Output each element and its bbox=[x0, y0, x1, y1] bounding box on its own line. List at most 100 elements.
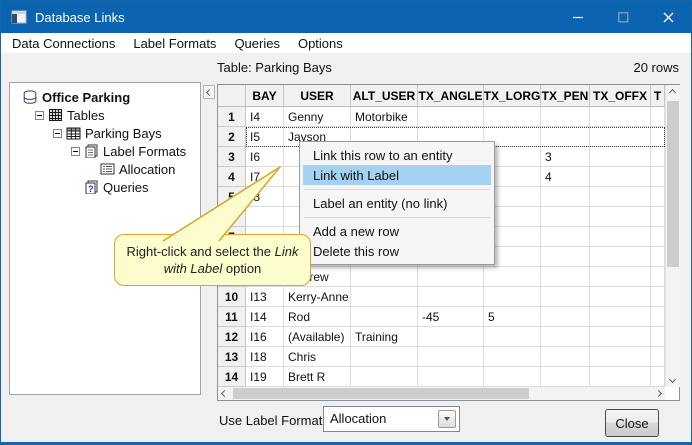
table-cell[interactable]: I5 bbox=[246, 127, 284, 147]
table-cell[interactable] bbox=[541, 267, 590, 287]
table-cell[interactable] bbox=[590, 287, 651, 307]
menubar-item-label-formats[interactable]: Label Formats bbox=[124, 33, 225, 53]
table-cell[interactable] bbox=[651, 327, 665, 347]
collapse-tree-button[interactable] bbox=[203, 85, 215, 99]
table-cell[interactable]: 4 bbox=[541, 167, 590, 187]
column-header-tx_lorg[interactable]: TX_LORG bbox=[484, 85, 541, 107]
table-cell[interactable]: -45 bbox=[418, 307, 484, 327]
table-row[interactable]: 11I14Rod-455 bbox=[218, 307, 665, 327]
table-cell[interactable] bbox=[541, 367, 590, 387]
column-header-alt_user[interactable]: ALT_USER bbox=[351, 85, 418, 107]
table-row[interactable]: 13I18Chris bbox=[218, 347, 665, 367]
table-cell[interactable] bbox=[418, 327, 484, 347]
table-cell[interactable]: I18 bbox=[246, 347, 284, 367]
table-cell[interactable] bbox=[590, 127, 651, 147]
row-number[interactable]: 13 bbox=[218, 347, 246, 367]
horizontal-scroll-thumb[interactable] bbox=[233, 388, 529, 399]
tree-item-office-parking[interactable]: Office Parking bbox=[10, 88, 200, 106]
row-number[interactable]: 10 bbox=[218, 287, 246, 307]
table-cell[interactable]: Chris bbox=[284, 347, 351, 367]
row-number[interactable]: 14 bbox=[218, 367, 246, 387]
table-cell[interactable] bbox=[484, 287, 541, 307]
column-header-tx_angle[interactable]: TX_ANGLE bbox=[418, 85, 484, 107]
table-cell[interactable] bbox=[541, 327, 590, 347]
column-header-tx_offx[interactable]: TX_OFFX bbox=[590, 85, 651, 107]
row-number[interactable]: 11 bbox=[218, 307, 246, 327]
scroll-right-arrow-icon[interactable] bbox=[652, 387, 665, 400]
menu-item-link-this-row-to-an-entity[interactable]: Link this row to an entity bbox=[303, 145, 491, 165]
scroll-up-arrow-icon[interactable] bbox=[666, 86, 679, 99]
table-cell[interactable]: (Available) bbox=[284, 327, 351, 347]
table-cell[interactable] bbox=[484, 267, 541, 287]
menubar-item-data-connections[interactable]: Data Connections bbox=[3, 33, 124, 53]
table-cell[interactable] bbox=[541, 187, 590, 207]
tree-expander-icon[interactable] bbox=[35, 111, 44, 120]
table-cell[interactable] bbox=[651, 227, 665, 247]
row-number[interactable]: 1 bbox=[218, 107, 246, 127]
table-cell[interactable] bbox=[651, 207, 665, 227]
table-cell[interactable] bbox=[590, 327, 651, 347]
table-cell[interactable] bbox=[351, 347, 418, 367]
table-cell[interactable] bbox=[651, 147, 665, 167]
table-cell[interactable] bbox=[590, 207, 651, 227]
table-cell[interactable]: Brett R bbox=[284, 367, 351, 387]
table-cell[interactable] bbox=[651, 347, 665, 367]
menu-item-link-with-label[interactable]: Link with Label bbox=[303, 165, 491, 185]
table-cell[interactable]: Genny bbox=[284, 107, 351, 127]
menubar-item-queries[interactable]: Queries bbox=[225, 33, 289, 53]
row-number[interactable]: 2 bbox=[218, 127, 246, 147]
table-cell[interactable] bbox=[651, 307, 665, 327]
scroll-left-arrow-icon[interactable] bbox=[218, 387, 231, 400]
table-row[interactable]: 1I4GennyMotorbike bbox=[218, 107, 665, 127]
table-cell[interactable] bbox=[651, 127, 665, 147]
table-cell[interactable] bbox=[590, 307, 651, 327]
tree-item-parking-bays[interactable]: Parking Bays bbox=[10, 124, 200, 142]
table-cell[interactable] bbox=[590, 167, 651, 187]
table-cell[interactable] bbox=[541, 107, 590, 127]
menu-item-label-an-entity-no-link-[interactable]: Label an entity (no link) bbox=[303, 193, 491, 213]
combobox-dropdown-button[interactable] bbox=[438, 410, 456, 428]
label-format-combobox[interactable]: Allocation bbox=[323, 406, 460, 432]
table-cell[interactable] bbox=[651, 187, 665, 207]
table-cell[interactable] bbox=[541, 287, 590, 307]
table-cell[interactable] bbox=[541, 347, 590, 367]
table-cell[interactable] bbox=[351, 367, 418, 387]
tree-expander-icon[interactable] bbox=[53, 129, 62, 138]
tree-expander-icon[interactable] bbox=[71, 147, 80, 156]
close-window-button[interactable] bbox=[646, 1, 691, 33]
table-cell[interactable] bbox=[541, 227, 590, 247]
row-number[interactable]: 12 bbox=[218, 327, 246, 347]
scroll-down-arrow-icon[interactable] bbox=[666, 373, 679, 386]
table-cell[interactable]: I19 bbox=[246, 367, 284, 387]
table-cell[interactable] bbox=[484, 347, 541, 367]
table-row[interactable]: 10I13Kerry-Anne bbox=[218, 287, 665, 307]
table-cell[interactable]: I16 bbox=[246, 327, 284, 347]
table-cell[interactable]: 5 bbox=[484, 307, 541, 327]
table-cell[interactable] bbox=[651, 247, 665, 267]
column-header-bay[interactable]: BAY bbox=[246, 85, 284, 107]
table-cell[interactable] bbox=[651, 267, 665, 287]
table-cell[interactable] bbox=[651, 107, 665, 127]
menu-item-delete-this-row[interactable]: Delete this row bbox=[303, 241, 491, 261]
table-cell[interactable]: 3 bbox=[541, 147, 590, 167]
column-header-t[interactable]: T bbox=[651, 85, 665, 107]
table-cell[interactable] bbox=[590, 187, 651, 207]
table-cell[interactable] bbox=[541, 207, 590, 227]
table-cell[interactable]: I14 bbox=[246, 307, 284, 327]
table-cell[interactable] bbox=[590, 147, 651, 167]
table-cell[interactable] bbox=[418, 287, 484, 307]
table-cell[interactable]: Kerry-Anne bbox=[284, 287, 351, 307]
tree-item-tables[interactable]: Tables bbox=[10, 106, 200, 124]
table-cell[interactable]: I4 bbox=[246, 107, 284, 127]
table-cell[interactable] bbox=[418, 267, 484, 287]
table-cell[interactable]: Training bbox=[351, 327, 418, 347]
table-cell[interactable] bbox=[351, 307, 418, 327]
table-cell[interactable] bbox=[418, 367, 484, 387]
maximize-button[interactable] bbox=[601, 1, 646, 33]
table-cell[interactable] bbox=[541, 127, 590, 147]
vertical-scrollbar[interactable] bbox=[665, 85, 680, 387]
table-cell[interactable] bbox=[541, 247, 590, 267]
table-cell[interactable] bbox=[590, 267, 651, 287]
table-cell[interactable] bbox=[418, 107, 484, 127]
table-cell[interactable] bbox=[590, 367, 651, 387]
